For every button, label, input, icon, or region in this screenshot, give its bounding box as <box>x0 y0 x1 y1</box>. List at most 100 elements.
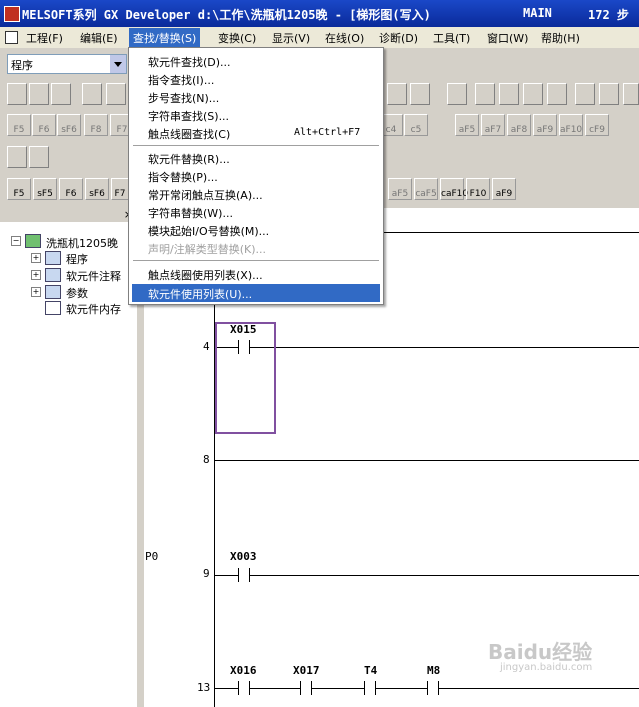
menu-item-device-search[interactable]: 软元件查找(D)... <box>132 52 380 70</box>
fkey-af7[interactable]: aF7 <box>481 114 505 136</box>
fkey-af9[interactable]: aF9 <box>533 114 557 136</box>
document-icon[interactable] <box>5 31 18 44</box>
chevron-down-icon[interactable] <box>110 55 126 73</box>
tree-item-program[interactable]: 程序 <box>66 251 88 267</box>
menu-separator <box>133 145 379 146</box>
monitor-icon[interactable] <box>387 83 407 105</box>
fkey-cf9[interactable]: cF9 <box>585 114 609 136</box>
menu-tools[interactable]: 工具(T) <box>433 30 470 46</box>
tree-item-device-comment[interactable]: 软元件注释 <box>66 268 121 284</box>
open-folder-icon[interactable] <box>29 83 49 105</box>
cut-icon[interactable] <box>106 83 126 105</box>
step-number: 9 <box>203 567 210 580</box>
menu-item-contact-swap[interactable]: 常开常闭触点互换(A)... <box>132 185 380 203</box>
menu-item-string-replace[interactable]: 字符串替换(W)... <box>132 203 380 221</box>
menu-item-statement-replace: 声明/注解类型替换(K)... <box>148 243 266 256</box>
delete-icon[interactable] <box>623 83 639 105</box>
tree-item-parameter[interactable]: 参数 <box>66 285 88 301</box>
ladder-view-icon[interactable] <box>447 83 467 105</box>
menu-diagnose[interactable]: 诊断(D) <box>379 30 418 46</box>
menu-item-device-usage-list[interactable]: 软元件使用列表(U)... <box>132 284 380 302</box>
nc-contact[interactable] <box>364 681 376 695</box>
menu-online[interactable]: 在线(O) <box>325 30 364 46</box>
grid-icon[interactable] <box>29 146 49 168</box>
program-combo-value: 程序 <box>11 59 33 72</box>
menu-item-contact-coil-list[interactable]: 触点线圈使用列表(X)... <box>132 265 380 283</box>
menu-bar: 工程(F) 编辑(E) 查找/替换(S) 变换(C) 显示(V) 在线(O) 诊… <box>0 27 639 49</box>
rising-edge-contact[interactable] <box>238 568 250 582</box>
fkey-f5[interactable]: F5 <box>7 114 31 136</box>
fkey-af9-line[interactable]: aF9 <box>492 178 516 200</box>
diagnose-icon[interactable] <box>410 83 430 105</box>
fkey-c5[interactable]: c5 <box>404 114 428 136</box>
baidu-watermark: Baidu经验 <box>488 640 593 664</box>
rung-line <box>215 347 639 348</box>
list-view-icon[interactable] <box>475 83 495 105</box>
fkey-sf6-contact[interactable]: sF6 <box>85 178 109 200</box>
step-count: 172 步 <box>588 8 629 22</box>
verify-icon[interactable] <box>599 83 619 105</box>
menu-item-device-replace[interactable]: 软元件替换(R)... <box>132 149 380 167</box>
menu-item-instruction-replace[interactable]: 指令替换(P)... <box>132 167 380 185</box>
rising-edge-contact[interactable] <box>238 681 250 695</box>
rung-line <box>215 575 639 576</box>
mode-indicator: MAIN <box>523 6 552 20</box>
save-icon[interactable] <box>51 83 71 105</box>
project-panel: × − 洗瓶机1205晚 + 程序 + 软元件注释 + 参数 软元件内存 <box>0 208 137 707</box>
title-bar: MELSOFT系列 GX Developer d:\工作\洗瓶机1205晚 - … <box>0 0 639 27</box>
device-label: X003 <box>230 550 257 563</box>
step-number: 4 <box>203 340 210 353</box>
fkey-f8[interactable]: F8 <box>84 114 108 136</box>
tree-root[interactable]: 洗瓶机1205晚 <box>46 235 118 251</box>
tree-item-device-memory[interactable]: 软元件内存 <box>66 301 121 317</box>
fkey-sf6[interactable]: sF6 <box>57 114 81 136</box>
device-search-icon[interactable] <box>499 83 519 105</box>
menu-project[interactable]: 工程(F) <box>26 30 63 46</box>
read-icon[interactable] <box>575 83 595 105</box>
new-file-icon[interactable] <box>7 83 27 105</box>
menu-item-step-search[interactable]: 步号查找(N)... <box>132 88 380 106</box>
step-number: 13 <box>197 681 211 694</box>
fkey-caf5[interactable]: caF5 <box>414 178 438 200</box>
parameter-icon <box>45 285 61 299</box>
fkey-caf10[interactable]: caF10 <box>440 178 468 200</box>
fkey-af5-rise[interactable]: aF5 <box>388 178 412 200</box>
menu-item-module-io-replace[interactable]: 模块起始I/O号替换(M)... <box>132 221 380 239</box>
write-icon[interactable] <box>547 83 567 105</box>
menu-item-instruction-search[interactable]: 指令查找(I)... <box>132 70 380 88</box>
collapse-icon[interactable]: − <box>11 236 21 246</box>
menu-item-string-search[interactable]: 字符串查找(S)... <box>132 106 380 124</box>
fkey-af5[interactable]: aF5 <box>455 114 479 136</box>
program-combo[interactable]: 程序 <box>7 54 127 74</box>
fkey-af10[interactable]: aF10 <box>559 114 583 136</box>
fkey-f5-contact[interactable]: F5 <box>7 178 31 200</box>
expand-icon[interactable]: + <box>31 270 41 280</box>
expand-icon[interactable]: + <box>31 253 41 263</box>
menu-separator <box>133 260 379 261</box>
rung-line <box>215 460 639 461</box>
nc-contact[interactable] <box>300 681 312 695</box>
expand-icon[interactable]: + <box>31 287 41 297</box>
menu-item-contact-coil-search[interactable]: 触点线圈查找(C) Alt+Ctrl+F7 <box>132 124 380 142</box>
fkey-af8[interactable]: aF8 <box>507 114 531 136</box>
panel-header: × <box>0 208 136 222</box>
window-title: MELSOFT系列 GX Developer d:\工作\洗瓶机1205晚 - … <box>22 8 431 22</box>
fkey-f6-contact[interactable]: F6 <box>59 178 83 200</box>
device-label: X016 <box>230 664 257 677</box>
nc-contact[interactable] <box>427 681 439 695</box>
menu-help[interactable]: 帮助(H) <box>541 30 580 46</box>
menu-search-replace[interactable]: 查找/替换(S) <box>129 28 201 48</box>
tool-icon[interactable] <box>7 146 27 168</box>
menu-convert[interactable]: 变换(C) <box>218 30 256 46</box>
program-icon <box>45 251 61 265</box>
menu-window[interactable]: 窗口(W) <box>487 30 528 46</box>
fkey-f6[interactable]: F6 <box>32 114 56 136</box>
device-label: T4 <box>364 664 378 677</box>
fkey-f7-coil[interactable]: F7 <box>111 178 129 200</box>
menu-edit[interactable]: 编辑(E) <box>80 30 118 46</box>
menu-view[interactable]: 显示(V) <box>272 30 310 46</box>
print-icon[interactable] <box>82 83 102 105</box>
fkey-f10[interactable]: F10 <box>466 178 490 200</box>
fkey-sf5-contact[interactable]: sF5 <box>33 178 57 200</box>
zoom-icon[interactable] <box>523 83 543 105</box>
